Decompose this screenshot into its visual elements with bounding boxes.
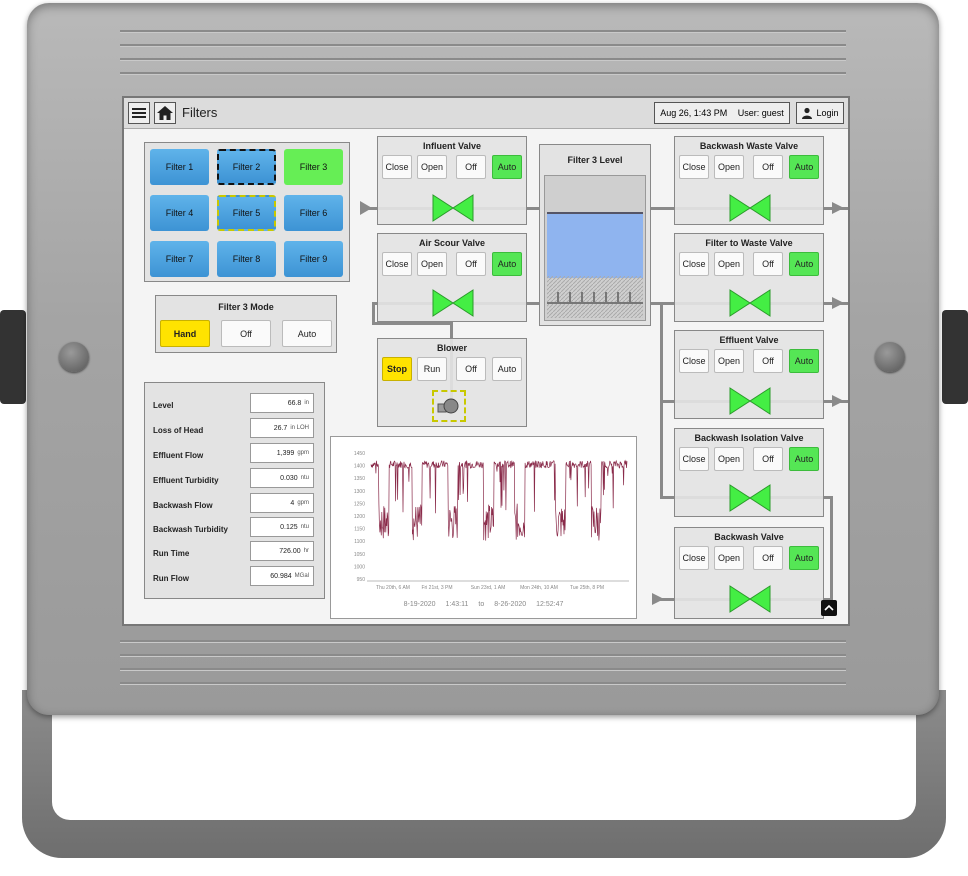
trend-start-date[interactable]: 8-19-2020 (404, 601, 436, 608)
trend-chart[interactable]: 1450 1400 1350 1300 1250 1200 1150 1100 1050 1000… (331, 437, 636, 618)
air-scour-off-button[interactable]: Off (456, 252, 486, 276)
trend-y-tick: 1250 (354, 501, 365, 507)
backwash-inlet-arrow (652, 593, 664, 605)
trend-y-tick: 1150 (354, 527, 365, 533)
air-scour-close-button[interactable]: Close (382, 252, 412, 276)
backwash-isolation-valve-title: Backwash Isolation Valve (694, 433, 804, 443)
backwash-isolation-auto-button[interactable]: Auto (789, 447, 819, 471)
filter-level-title: Filter 3 Level (567, 155, 623, 165)
filter-to-waste-close-button[interactable]: Close (679, 252, 709, 276)
trend-y-tick: 1100 (354, 539, 365, 545)
trend-start-time[interactable]: 1:43:11 (446, 601, 469, 608)
blower-auto-button[interactable]: Auto (492, 357, 522, 381)
trend-x-tick: Mon 24th, 10 AM (520, 585, 558, 591)
influent-close-button[interactable]: Close (382, 155, 412, 179)
backwash-waste-auto-button[interactable]: Auto (789, 155, 819, 179)
blower-stop-button[interactable]: Stop (382, 357, 412, 381)
influent-open-button[interactable]: Open (417, 155, 447, 179)
underdrain-graphic (547, 276, 643, 318)
backwash-valve-panel: Backwash Valve Close Open Off Auto (674, 527, 824, 619)
backwash-waste-valve-title: Backwash Waste Valve (699, 141, 799, 151)
air-scour-open-button[interactable]: Open (417, 252, 447, 276)
trend-x-tick: Tue 25th, 8 PM (570, 585, 604, 591)
filter-to-waste-valve-title: Filter to Waste Valve (705, 238, 793, 248)
trend-range: 8-19-2020 1:43:11 to 8-26-2020 12:52:47 (331, 601, 636, 608)
air-scour-valve-panel: Air Scour Valve Close Open Off Auto (377, 233, 527, 322)
trend-chart-panel: 1450 1400 1350 1300 1250 1200 1150 1100 1050 1000… (330, 436, 637, 619)
top-grille (120, 30, 846, 75)
trend-end-time[interactable]: 12:52:47 (536, 601, 563, 608)
backwash-waste-close-button[interactable]: Close (679, 155, 709, 179)
right-mount-handle (942, 310, 968, 404)
trend-x-tick: Thu 20th, 6 AM (376, 585, 410, 591)
backwash-waste-open-button[interactable]: Open (714, 155, 744, 179)
water-level-fill (547, 212, 643, 278)
filter-to-waste-valve-panel: Filter to Waste Valve Close Open Off Aut… (674, 233, 824, 322)
trend-y-tick: 1300 (354, 489, 365, 495)
blower-icon (437, 398, 459, 414)
backwash-isolation-off-button[interactable]: Off (753, 447, 783, 471)
trend-x-tick: Fri 21st, 3 PM (421, 585, 452, 591)
trend-y-tick: 1350 (354, 476, 365, 482)
backwash-close-button[interactable]: Close (679, 546, 709, 570)
bottom-grille (120, 640, 846, 685)
influent-valve-panel: Influent Valve Close Open Off Auto (377, 136, 527, 225)
effluent-off-button[interactable]: Off (753, 349, 783, 373)
left-mount-handle (0, 310, 26, 404)
hmi-screen: Filters Aug 26, 1:43 PM User: guest Logi… (122, 96, 850, 626)
trend-y-tick: 1450 (354, 451, 365, 457)
influent-inlet-arrow (360, 201, 372, 215)
effluent-outlet-arrow (832, 395, 844, 407)
blower-run-button[interactable]: Run (417, 357, 447, 381)
blower-title: Blower (436, 343, 467, 353)
backwash-waste-off-button[interactable]: Off (753, 155, 783, 179)
trend-x-tick: Sun 23rd, 1 AM (471, 585, 505, 591)
effluent-close-button[interactable]: Close (679, 349, 709, 373)
air-scour-valve-title: Air Scour Valve (418, 238, 486, 248)
backwash-isolation-close-button[interactable]: Close (679, 447, 709, 471)
filter-to-waste-outlet-arrow (832, 297, 844, 309)
backwash-open-button[interactable]: Open (714, 546, 744, 570)
influent-auto-button[interactable]: Auto (492, 155, 522, 179)
backwash-off-button[interactable]: Off (753, 546, 783, 570)
backwash-auto-button[interactable]: Auto (789, 546, 819, 570)
backwash-isolation-open-button[interactable]: Open (714, 447, 744, 471)
filter-tank (544, 175, 646, 321)
blower-panel: Blower Stop Run Off Auto (377, 338, 527, 427)
trend-y-tick: 1200 (354, 514, 365, 520)
scroll-up-button[interactable] (821, 600, 837, 616)
filter-to-waste-off-button[interactable]: Off (753, 252, 783, 276)
effluent-valve-panel: Effluent Valve Close Open Off Auto (674, 330, 824, 419)
backwash-isolation-valve-panel: Backwash Isolation Valve Close Open Off … (674, 428, 824, 517)
effluent-auto-button[interactable]: Auto (789, 349, 819, 373)
blower-off-button[interactable]: Off (456, 357, 486, 381)
trend-line-series (370, 459, 628, 541)
influent-off-button[interactable]: Off (456, 155, 486, 179)
filter-to-waste-auto-button[interactable]: Auto (789, 252, 819, 276)
stand-opening (52, 712, 916, 820)
right-bezel-button[interactable] (875, 342, 905, 372)
backwash-waste-valve-panel: Backwash Waste Valve Close Open Off Auto (674, 136, 824, 225)
air-scour-auto-button[interactable]: Auto (492, 252, 522, 276)
filter-level-panel: Filter 3 Level (539, 144, 651, 326)
influent-valve-title: Influent Valve (422, 141, 482, 151)
trend-y-tick: 1400 (354, 464, 365, 470)
effluent-open-button[interactable]: Open (714, 349, 744, 373)
filter-to-waste-open-button[interactable]: Open (714, 252, 744, 276)
trend-end-date[interactable]: 8-26-2020 (494, 601, 526, 608)
trend-y-tick: 1000 (354, 564, 365, 570)
trend-to-label: to (478, 601, 485, 608)
backwash-waste-outlet-arrow (832, 202, 844, 214)
effluent-valve-title: Effluent Valve (719, 335, 779, 345)
backwash-valve-title: Backwash Valve (714, 532, 784, 542)
chevron-up-icon (824, 604, 834, 611)
left-bezel-button[interactable] (59, 342, 89, 372)
blower-selection-box[interactable] (432, 390, 466, 422)
trend-y-tick: 1050 (354, 552, 365, 558)
trend-y-tick: 950 (357, 577, 366, 583)
